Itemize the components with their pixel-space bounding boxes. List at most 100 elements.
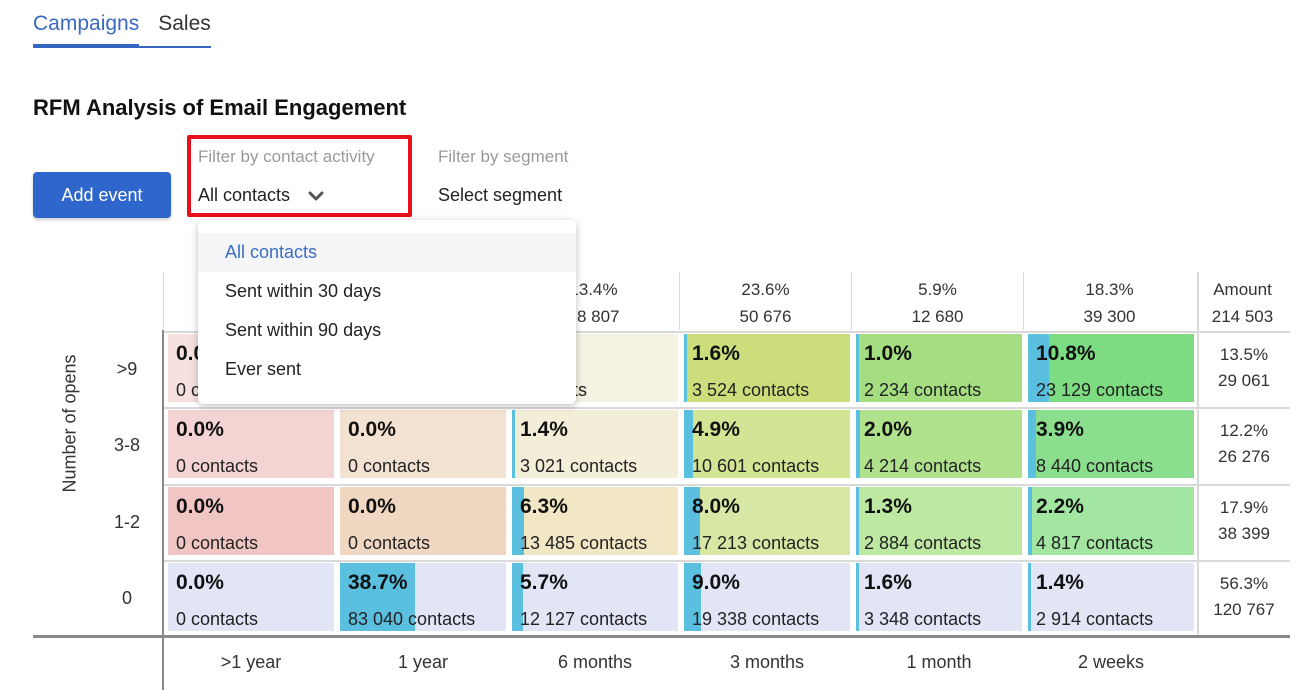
x-axis-line — [33, 635, 1290, 638]
heatmap-cell[interactable]: 9.0% 19 338 contacts — [684, 563, 850, 631]
heatmap-cell[interactable]: 0.0% 0 contacts — [168, 487, 334, 555]
row-total: 17.9% 38 399 — [1199, 495, 1289, 547]
cell-percent: 1.4% — [520, 418, 568, 441]
x-axis-label: 1 month — [906, 652, 972, 672]
cell-count: 0 contacts — [176, 609, 259, 629]
cell-count: 0 contacts — [348, 456, 431, 476]
row-total-pct: 12.2% — [1219, 421, 1269, 440]
heatmap-cell[interactable]: 2.2% 4 817 contacts — [1028, 487, 1194, 555]
column-total-pct: 23.6% — [741, 280, 790, 299]
column-total-pct: 5.9% — [918, 280, 957, 299]
dropdown-option-all-contacts[interactable]: All contacts — [198, 233, 576, 272]
heatmap-cell[interactable]: 6.3% 13 485 contacts — [512, 487, 678, 555]
heatmap-cell[interactable]: 1.6% 3 348 contacts — [856, 563, 1022, 631]
cell-count: 23 129 contacts — [1036, 380, 1164, 400]
amount-total: 214 503 — [1211, 307, 1274, 326]
share-bar — [1028, 563, 1031, 631]
cell-percent: 1.4% — [1036, 571, 1084, 594]
cell-percent: 0.0% — [176, 495, 224, 518]
grid-line — [1197, 272, 1199, 635]
heatmap-cell[interactable]: 0.0% 0 contacts — [168, 410, 334, 478]
row-total: 13.5% 29 061 — [1199, 342, 1289, 394]
tab-campaigns[interactable]: Campaigns — [33, 12, 140, 48]
grid-line — [164, 560, 1290, 562]
cell-count: 83 040 contacts — [348, 609, 476, 629]
row-total: 56.3% 120 767 — [1199, 571, 1289, 623]
column-total: 18.3% 39 300 — [1023, 272, 1195, 330]
heatmap-cell[interactable]: 8.0% 17 213 contacts — [684, 487, 850, 555]
heatmap-cell[interactable]: 4.9% 10 601 contacts — [684, 410, 850, 478]
row-total-count: 26 276 — [1218, 447, 1270, 466]
heatmap-cell[interactable]: 1.6% 3 524 contacts — [684, 334, 850, 402]
cell-percent: 1.6% — [864, 571, 912, 594]
row-total-pct: 13.5% — [1219, 345, 1269, 364]
cell-count: 8 440 contacts — [1036, 456, 1154, 476]
heatmap-cell[interactable]: 38.7% 83 040 contacts — [340, 563, 506, 631]
column-total: 5.9% 12 680 — [851, 272, 1023, 330]
share-bar — [1028, 487, 1033, 555]
y-axis-line — [162, 330, 164, 690]
row-label: 3-8 — [113, 435, 140, 455]
heatmap-cell[interactable]: 10.8% 23 129 contacts — [1028, 334, 1194, 402]
activity-dropdown-menu: All contacts Sent within 30 days Sent wi… — [198, 220, 576, 404]
segment-filter[interactable]: Filter by segment Select segment — [438, 147, 568, 206]
heatmap-cell[interactable]: 1.0% 2 234 contacts — [856, 334, 1022, 402]
row-total-count: 29 061 — [1218, 371, 1270, 390]
heatmap-cell[interactable]: 0.0% 0 contacts — [340, 410, 506, 478]
x-axis-label: 3 months — [729, 652, 805, 672]
page-title: RFM Analysis of Email Engagement — [33, 95, 407, 120]
segment-filter-label: Filter by segment — [438, 147, 569, 166]
tab-sales[interactable]: Sales — [158, 12, 211, 46]
cell-count: 17 213 contacts — [692, 533, 820, 553]
row-total-pct: 17.9% — [1219, 498, 1269, 517]
cell-count: 2 914 contacts — [1036, 609, 1154, 629]
x-axis-label: 6 months — [557, 652, 633, 672]
row-total-count: 38 399 — [1218, 524, 1270, 543]
share-bar — [856, 410, 860, 478]
cell-count: 0 contacts — [348, 533, 431, 553]
column-total-count: 50 676 — [739, 307, 792, 326]
grid-line — [164, 484, 1290, 486]
share-bar — [512, 410, 515, 478]
cell-count: 4 817 contacts — [1036, 533, 1154, 553]
x-axis-label: 1 year — [397, 652, 449, 672]
add-event-button[interactable]: Add event — [33, 172, 171, 218]
heatmap-cell[interactable]: 2.0% 4 214 contacts — [856, 410, 1022, 478]
cell-percent: 0.0% — [176, 418, 224, 441]
dropdown-option-ever-sent[interactable]: Ever sent — [198, 350, 576, 389]
dropdown-option-sent-90-days[interactable]: Sent within 90 days — [198, 311, 576, 350]
heatmap-cell[interactable]: 1.4% 3 021 contacts — [512, 410, 678, 478]
heatmap-cell[interactable]: 1.3% 2 884 contacts — [856, 487, 1022, 555]
cell-percent: 8.0% — [692, 495, 740, 518]
amount-label: Amount — [1213, 280, 1272, 299]
cell-percent: 6.3% — [520, 495, 568, 518]
row-total-count: 120 767 — [1213, 600, 1275, 619]
heatmap-cell[interactable]: 0.0% 0 contacts — [168, 563, 334, 631]
row-total-pct: 56.3% — [1219, 574, 1269, 593]
cell-percent: 10.8% — [1036, 342, 1096, 365]
dropdown-option-sent-30-days[interactable]: Sent within 30 days — [198, 272, 576, 311]
heatmap-cell[interactable]: 3.9% 8 440 contacts — [1028, 410, 1194, 478]
cell-percent: 0.0% — [348, 418, 396, 441]
heatmap-cell[interactable]: 0.0% 0 contacts — [340, 487, 506, 555]
highlight-annotation — [187, 135, 412, 217]
cell-count: 4 214 contacts — [864, 456, 982, 476]
segment-filter-select[interactable]: Select segment — [438, 185, 568, 206]
x-axis-label: >1 year — [220, 652, 282, 672]
cell-percent: 5.7% — [520, 571, 568, 594]
cell-percent: 1.3% — [864, 495, 912, 518]
y-axis-label: Number of opens — [59, 354, 80, 493]
cell-count: 13 485 contacts — [520, 533, 648, 553]
cell-count: 19 338 contacts — [692, 609, 820, 629]
cell-count: 0 contacts — [176, 533, 259, 553]
amount-header: Amount 214 503 — [1197, 272, 1287, 330]
row-label: >9 — [116, 359, 138, 379]
heatmap-cell[interactable]: 5.7% 12 127 contacts — [512, 563, 678, 631]
cell-count: 0 contacts — [176, 456, 259, 476]
cell-count: 12 127 contacts — [520, 609, 648, 629]
row-total: 12.2% 26 276 — [1199, 418, 1289, 470]
cell-percent: 3.9% — [1036, 418, 1084, 441]
cell-percent: 0.0% — [348, 495, 396, 518]
heatmap-cell[interactable]: 1.4% 2 914 contacts — [1028, 563, 1194, 631]
cell-percent: 4.9% — [692, 418, 740, 441]
